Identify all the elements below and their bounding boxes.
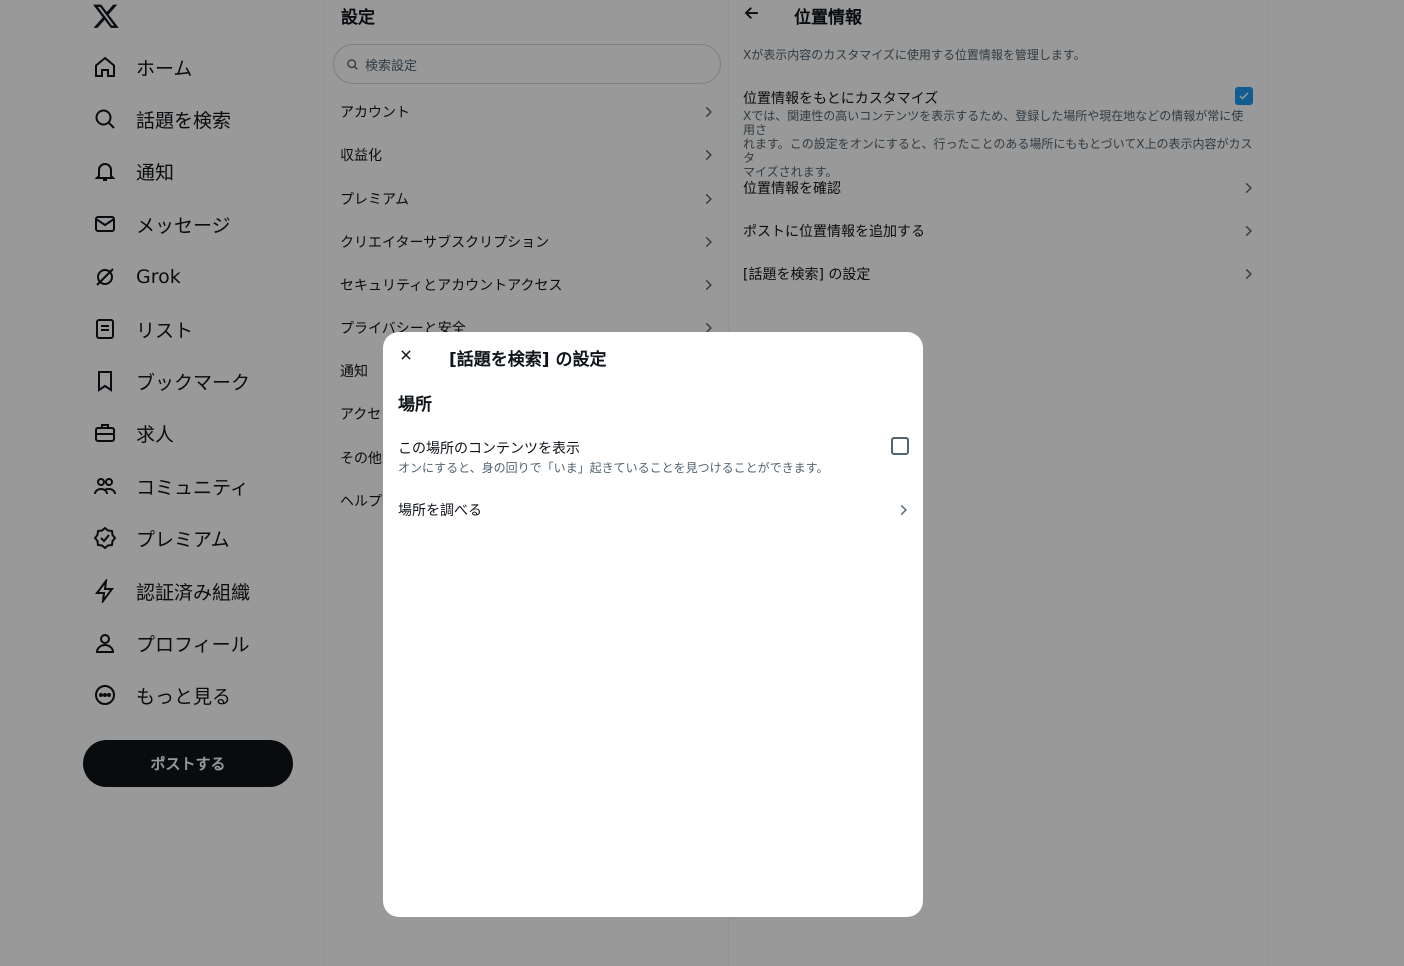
explore-settings-modal: [話題を検索] の設定 場所 この場所のコンテンツを表示 オンにすると、身の回り… (383, 332, 923, 917)
show-local-content-checkbox[interactable] (891, 437, 909, 455)
show-local-content-label: この場所のコンテンツを表示 (398, 441, 580, 457)
show-local-content-description: オンにすると、身の回りで「いま」起きていることを見つけることができます。 (398, 461, 829, 475)
section-title: 場所 (398, 395, 432, 415)
modal-title: [話題を検索] の設定 (449, 350, 607, 370)
explore-locations-row[interactable]: 場所を調べる (398, 498, 910, 522)
close-icon[interactable] (397, 346, 415, 364)
chevron-right-icon (896, 503, 910, 517)
